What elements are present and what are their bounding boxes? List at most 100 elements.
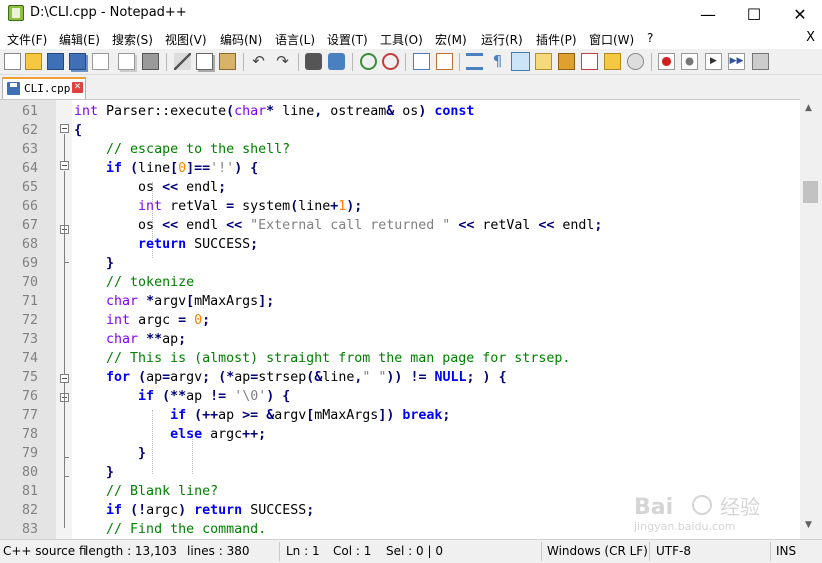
folder-workspace-icon[interactable] <box>604 53 621 70</box>
copy-icon[interactable] <box>196 53 213 70</box>
doc-map-icon[interactable] <box>558 53 575 70</box>
run-macro-multiple-icon[interactable]: ▶▶ <box>728 53 745 70</box>
status-eol[interactable]: Windows (CR LF) <box>547 544 648 558</box>
line-number: 65 <box>21 180 38 195</box>
code-line[interactable]: 82 if (!argc) return SUCCESS; <box>0 501 728 520</box>
code-line[interactable]: 80 } <box>0 463 728 482</box>
menu-edit[interactable]: 编辑(E) <box>59 31 100 48</box>
code-line[interactable]: 68 return SUCCESS; <box>0 235 728 254</box>
menu-macro[interactable]: 宏(M) <box>435 31 467 48</box>
menu-settings[interactable]: 设置(T) <box>327 31 368 48</box>
stop-macro-icon[interactable] <box>681 53 698 70</box>
menu-search[interactable]: 搜索(S) <box>112 31 153 48</box>
save-icon[interactable] <box>47 53 64 70</box>
menu-file[interactable]: 文件(F) <box>7 31 47 48</box>
zoom-in-icon[interactable] <box>360 53 377 70</box>
line-number: 82 <box>21 503 38 518</box>
code-line[interactable]: 72 int argc = 0; <box>0 311 728 330</box>
close-window-button[interactable]: ✕ <box>777 0 822 28</box>
zoom-out-icon[interactable] <box>382 53 399 70</box>
code-text: { <box>74 123 83 138</box>
code-line[interactable]: 78 else argc++; <box>0 425 728 444</box>
code-line[interactable]: 70 // tokenize <box>0 273 728 292</box>
line-number: 75 <box>21 370 38 385</box>
function-list-icon[interactable] <box>581 53 598 70</box>
window-title: D:\CLI.cpp - Notepad++ <box>30 5 187 20</box>
close-document-button[interactable]: X <box>806 30 815 45</box>
scroll-up-icon[interactable]: ▲ <box>805 103 812 113</box>
code-line[interactable]: 65 os << endl; <box>0 178 728 197</box>
code-line[interactable]: 61 int Parser::execute(char* line, ostrea… <box>0 102 728 121</box>
save-all-icon[interactable] <box>69 53 86 70</box>
menu-plugins[interactable]: 插件(P) <box>536 31 577 48</box>
replace-icon[interactable] <box>328 53 345 70</box>
print-icon[interactable] <box>142 53 159 70</box>
save-macro-icon[interactable] <box>752 53 769 70</box>
code-text: // escape to the shell? <box>106 142 291 157</box>
code-line[interactable]: 77 if (++ap >= &argv[mMaxArgs]) break; <box>0 406 728 425</box>
code-text: // tokenize <box>106 275 195 290</box>
tab-close-icon[interactable]: ✕ <box>72 82 83 93</box>
status-insert-mode[interactable]: INS <box>776 544 796 558</box>
status-line-number: Ln : 1 <box>286 544 320 558</box>
sync-vertical-icon[interactable] <box>413 53 430 70</box>
status-length: length : 13,103 <box>85 544 177 558</box>
scroll-down-icon[interactable]: ▼ <box>805 520 812 530</box>
code-line[interactable]: 62 { <box>0 121 728 140</box>
code-line[interactable]: 67 os << endl << "External call returned… <box>0 216 728 235</box>
code-line[interactable]: 71 char *argv[mMaxArgs]; <box>0 292 728 311</box>
toolbar-separator <box>298 53 299 71</box>
record-macro-icon[interactable] <box>658 53 675 70</box>
play-macro-icon[interactable]: ▶ <box>705 53 722 70</box>
code-line[interactable]: 66 int retVal = system(line+1); <box>0 197 728 216</box>
line-number: 70 <box>21 275 38 290</box>
vertical-scrollbar[interactable]: ▲ ▼ <box>800 99 822 539</box>
code-line[interactable]: 75 for (ap=argv; (*ap=strsep(&line," "))… <box>0 368 728 387</box>
open-file-icon[interactable] <box>25 53 42 70</box>
sync-horizontal-icon[interactable] <box>436 53 453 70</box>
menu-language[interactable]: 语言(L) <box>275 31 315 48</box>
indent-guide-icon[interactable] <box>511 52 530 71</box>
menu-encoding[interactable]: 编码(N) <box>220 31 262 48</box>
line-number: 83 <box>21 522 38 537</box>
code-text: for (ap=argv; (*ap=strsep(&line," ")) !=… <box>106 370 507 385</box>
cut-icon[interactable] <box>174 53 191 70</box>
menu-window[interactable]: 窗口(W) <box>589 31 634 48</box>
menu-help[interactable]: ? <box>647 31 653 45</box>
word-wrap-icon[interactable] <box>466 53 483 70</box>
undo-icon[interactable]: ↶ <box>250 53 267 70</box>
maximize-button[interactable]: ☐ <box>731 0 777 28</box>
status-encoding[interactable]: UTF-8 <box>656 544 691 558</box>
code-line[interactable]: 79 } <box>0 444 728 463</box>
editor-pane[interactable]: 61 int Parser::execute(char* line, ostrea… <box>0 99 822 539</box>
tab-cli-cpp[interactable]: CLI.cpp ✕ <box>2 77 86 100</box>
code-line[interactable]: 76 if (**ap != '\0') { <box>0 387 728 406</box>
monitoring-icon[interactable] <box>627 53 644 70</box>
code-line[interactable]: 74 // This is (almost) straight from the… <box>0 349 728 368</box>
code-text: // This is (almost) straight from the ma… <box>106 351 571 366</box>
line-number: 81 <box>21 484 38 499</box>
show-all-chars-icon[interactable]: ¶ <box>489 53 506 70</box>
scroll-thumb[interactable] <box>803 181 818 203</box>
close-all-icon[interactable] <box>118 53 135 70</box>
new-file-icon[interactable] <box>4 53 21 70</box>
code-line[interactable]: 83 // Find the command. <box>0 520 728 539</box>
line-number: 63 <box>21 142 38 157</box>
tab-label: CLI.cpp <box>24 82 71 95</box>
minimize-button[interactable]: — <box>685 0 731 28</box>
paste-icon[interactable] <box>219 53 236 70</box>
line-number: 76 <box>21 389 38 404</box>
code-line[interactable]: 64 if (line[0]=='!') { <box>0 159 728 178</box>
code-line[interactable]: 63 // escape to the shell? <box>0 140 728 159</box>
find-icon[interactable] <box>305 53 322 70</box>
menu-tools[interactable]: 工具(O) <box>380 31 423 48</box>
code-line[interactable]: 69 } <box>0 254 728 273</box>
redo-icon[interactable]: ↷ <box>274 53 291 70</box>
udl-icon[interactable] <box>535 53 552 70</box>
code-line[interactable]: 81 // Blank line? <box>0 482 728 501</box>
code-text: } <box>106 256 115 271</box>
code-line[interactable]: 73 char **ap; <box>0 330 728 349</box>
menu-run[interactable]: 运行(R) <box>481 31 523 48</box>
close-icon[interactable] <box>92 53 109 70</box>
menu-view[interactable]: 视图(V) <box>165 31 207 48</box>
